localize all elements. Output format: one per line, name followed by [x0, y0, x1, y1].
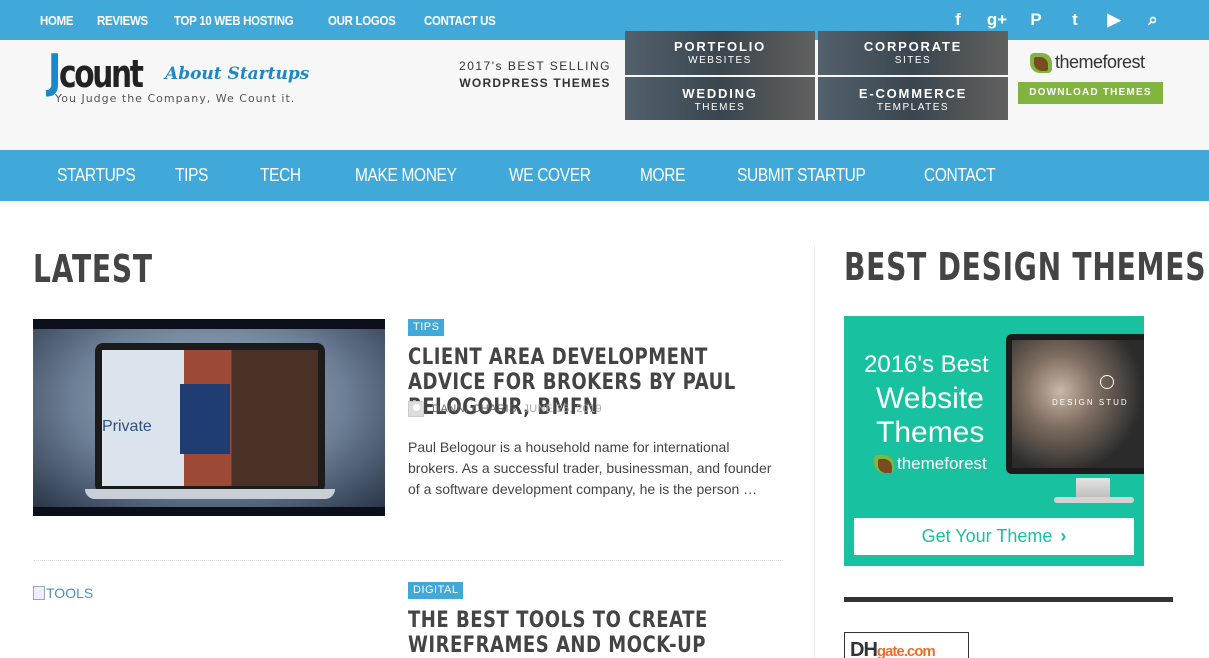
broken-image-icon	[33, 586, 45, 600]
ad-tile-title: PORTFOLIO	[673, 39, 767, 54]
facebook-icon[interactable]: f	[948, 10, 968, 30]
ad-tile-sub: THEMES	[694, 102, 746, 113]
monitor-illustration: DESIGN STUD	[1006, 334, 1144, 474]
themeforest-logo[interactable]: themeforest	[1030, 52, 1145, 73]
nav-submit-startup[interactable]: SUBMIT STARTUP	[737, 165, 866, 186]
dhgate-gate: gate.com	[876, 643, 936, 658]
nav-tech[interactable]: TECH	[260, 165, 301, 186]
image-alt-text: TOOLS	[46, 585, 94, 601]
post-author[interactable]: DANNI CHARIS,	[432, 403, 520, 415]
nav-startups[interactable]: STARTUPS	[57, 165, 136, 186]
top-nav-top10-hosting[interactable]: TOP 10 WEB HOSTING	[174, 13, 294, 28]
ad-tile-title: CORPORATE	[863, 39, 963, 54]
header-ad-line2: WORDPRESS THEMES	[459, 76, 611, 90]
post-divider	[33, 560, 783, 561]
ad-tile-sub: WEBSITES	[688, 55, 752, 66]
author-avatar-icon	[408, 401, 424, 417]
post-thumbnail[interactable]: Private	[33, 319, 385, 516]
laptop-base	[85, 489, 335, 499]
post-date: JUNE 25, 2019	[523, 403, 602, 415]
sidebar-divider	[814, 246, 815, 658]
sidebar-ad[interactable]: 2016's Best Website Themes themeforest D…	[844, 316, 1144, 566]
dhgate-dh: DH	[850, 639, 878, 658]
post-thumbnail-broken[interactable]: TOOLS	[33, 585, 93, 601]
monitor-screen: DESIGN STUD	[1012, 340, 1144, 468]
ad-tile-sub: TEMPLATES	[876, 102, 950, 113]
ad-tile-ecommerce[interactable]: E-COMMERCE TEMPLATES	[818, 77, 1008, 120]
play-icon	[1100, 375, 1114, 389]
login-form-illustration	[180, 384, 230, 454]
ad-tile-title: E-COMMERCE	[858, 86, 968, 101]
download-themes-button[interactable]: DOWNLOAD THEMES	[1018, 82, 1163, 104]
monitor-screen-text: DESIGN STUD	[1052, 398, 1129, 407]
ad-tile-title: WEDDING	[682, 86, 758, 101]
twitter-icon[interactable]: t	[1065, 10, 1085, 30]
top-nav-contact-us[interactable]: CONTACT US	[424, 13, 496, 28]
site-tagline: You Judge the Company, We Count it.	[55, 92, 296, 105]
main-nav: STARTUPS TIPS TECH MAKE MONEY WE COVER M…	[0, 150, 1209, 201]
category-tag[interactable]: TIPS	[408, 319, 445, 336]
header-ad-heading: 2017's BEST SELLING WORDPRESS THEMES	[440, 59, 630, 90]
logo-j: J	[48, 44, 61, 98]
ad-tile-wedding[interactable]: WEDDING THEMES	[625, 77, 815, 120]
chevron-right-icon: ›	[1060, 526, 1067, 546]
laptop-illustration: Private	[95, 343, 325, 493]
latest-heading: LATEST	[33, 247, 153, 291]
post-title[interactable]: THE BEST TOOLS TO CREATE WIREFRAMES AND …	[408, 608, 785, 658]
search-icon[interactable]: ⌕	[1143, 10, 1163, 30]
sidebar-separator	[844, 597, 1173, 602]
nav-contact[interactable]: CONTACT	[924, 165, 996, 186]
logo-subtitle: About Startups	[165, 64, 310, 84]
logo-text: count	[59, 52, 144, 96]
dhgate-banner[interactable]: DHgate.com	[844, 632, 969, 658]
site-logo[interactable]: Jcount	[48, 44, 144, 98]
nav-make-money[interactable]: MAKE MONEY	[355, 165, 457, 186]
post-excerpt: Paul Belogour is a household name for in…	[408, 439, 772, 497]
top-nav-our-logos[interactable]: OUR LOGOS	[328, 13, 396, 28]
pinterest-icon[interactable]: P	[1026, 10, 1046, 30]
header-ad-line1: 2017's BEST SELLING	[459, 59, 611, 73]
themeforest-brand: themeforest	[1055, 52, 1145, 72]
ad-themeforest-logo: themeforest	[874, 454, 987, 474]
ad-tile-portfolio[interactable]: PORTFOLIO WEBSITES	[625, 31, 815, 75]
nav-tips[interactable]: TIPS	[175, 165, 208, 186]
category-tag[interactable]: DIGITAL	[408, 582, 464, 599]
cta-label: Get Your Theme	[921, 526, 1053, 546]
ad-headline: 2016's Best Website Themes	[864, 348, 989, 450]
ad-brand: themeforest	[897, 454, 987, 473]
themeforest-leaf-icon	[874, 455, 894, 473]
nav-more[interactable]: MORE	[640, 165, 685, 186]
ad-tile-corporate[interactable]: CORPORATE SITES	[818, 31, 1008, 75]
nav-we-cover[interactable]: WE COVER	[509, 165, 591, 186]
get-your-theme-button[interactable]: Get Your Theme ›	[854, 518, 1134, 555]
youtube-icon[interactable]: ▶	[1104, 10, 1124, 30]
ad-line1: 2016's Best	[864, 351, 989, 378]
thumbnail-backdrop: Private	[33, 329, 385, 507]
top-bar: HOME REVIEWS TOP 10 WEB HOSTING OUR LOGO…	[0, 0, 1209, 40]
sidebar-heading: BEST DESIGN THEMES	[844, 245, 1207, 289]
top-nav: HOME REVIEWS TOP 10 WEB HOSTING OUR LOGO…	[40, 0, 524, 40]
monitor-stand-base	[1054, 497, 1134, 503]
themeforest-leaf-icon	[1030, 52, 1052, 73]
laptop-screen: Private	[102, 350, 318, 486]
thumbnail-text: Private	[102, 418, 152, 435]
ad-line2: Website	[876, 382, 984, 415]
top-nav-home[interactable]: HOME	[40, 13, 74, 28]
post-meta: DANNI CHARIS, JUNE 25, 2019	[408, 401, 602, 417]
top-nav-reviews[interactable]: REVIEWS	[97, 13, 148, 28]
ad-tile-sub: SITES	[894, 55, 932, 66]
google-plus-icon[interactable]: g+	[987, 10, 1007, 30]
ad-line3: Themes	[876, 416, 985, 449]
